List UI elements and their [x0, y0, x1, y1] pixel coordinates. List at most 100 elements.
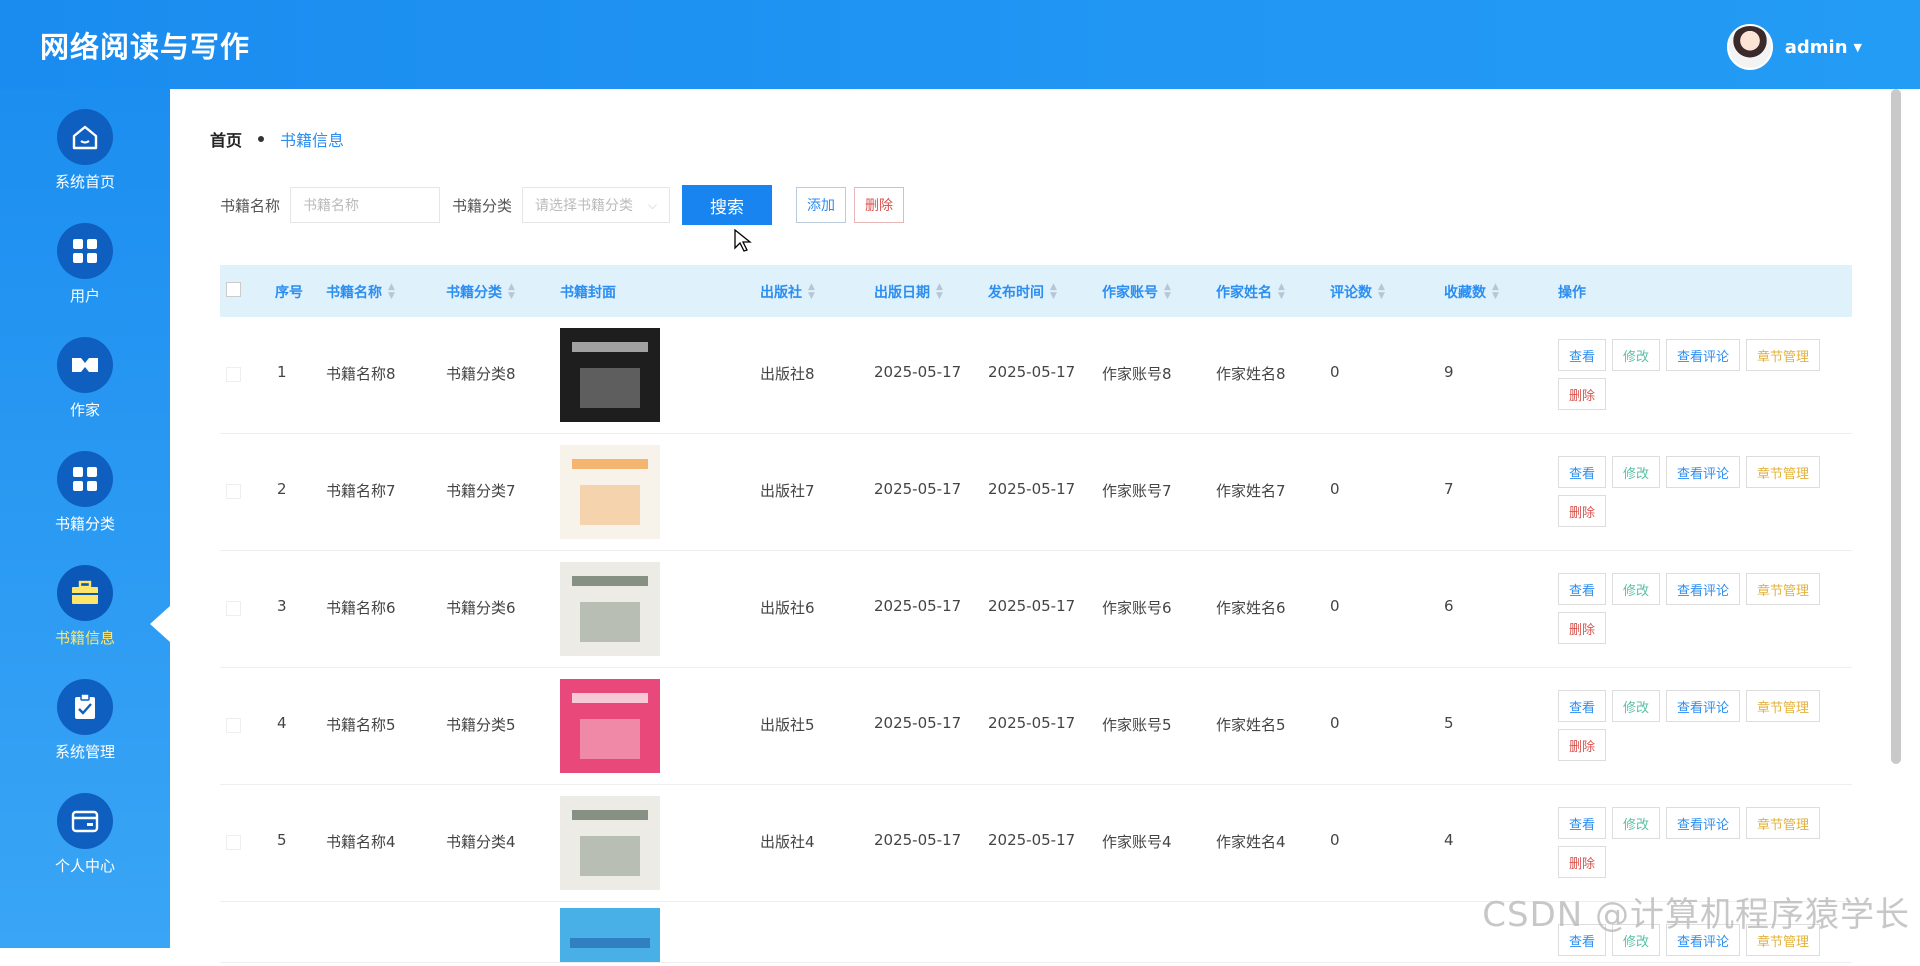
col-name[interactable]: 书籍名称 ▲ ▼	[326, 282, 395, 302]
row-author: 作家姓名6	[1216, 599, 1286, 617]
view-button[interactable]: 查看	[1558, 573, 1607, 605]
sidebar-item-book-info[interactable]: 书籍信息	[0, 565, 170, 679]
row-number: 1	[277, 363, 287, 381]
view-comments-button[interactable]: 查看评论	[1666, 456, 1741, 488]
book-name-input[interactable]: 书籍名称	[290, 187, 441, 223]
delete-button[interactable]: 删除	[854, 187, 905, 223]
edit-button[interactable]: 修改	[1612, 573, 1661, 605]
view-button[interactable]: 查看	[1558, 690, 1607, 722]
sidebar-item-writers[interactable]: 作家	[0, 337, 170, 451]
col-publisher[interactable]: 出版社 ▲ ▼	[760, 282, 815, 302]
row-author: 作家姓名8	[1216, 365, 1286, 383]
watermark: CSDN @计算机程序猿学长	[1482, 895, 1910, 935]
row-category: 书籍分类6	[446, 599, 516, 617]
search-button[interactable]: 搜索	[682, 185, 773, 225]
row-actions: 查看 修改 查看评论 章节管理 删除	[1558, 573, 1848, 651]
edit-button[interactable]: 修改	[1612, 690, 1661, 722]
row-favorites: 9	[1444, 363, 1454, 381]
col-actions: 操作	[1558, 285, 1586, 301]
col-pub-date[interactable]: 出版日期 ▲ ▼	[874, 282, 943, 302]
edit-button[interactable]: 修改	[1612, 339, 1661, 371]
scrollbar[interactable]	[1891, 89, 1901, 764]
row-author: 作家姓名4	[1216, 833, 1286, 851]
chapter-manage-button[interactable]: 章节管理	[1746, 807, 1821, 839]
row-favorites: 6	[1444, 597, 1454, 615]
breadcrumb-home[interactable]: 首页	[210, 127, 242, 151]
sidebar-item-system[interactable]: 系统管理	[0, 679, 170, 793]
row-actions: 查看 修改 查看评论 章节管理 删除	[1558, 339, 1848, 417]
delete-row-button[interactable]: 删除	[1558, 846, 1607, 878]
row-book-name: 书籍名称8	[326, 365, 396, 383]
col-account[interactable]: 作家账号 ▲ ▼	[1102, 282, 1171, 302]
table-row: 5 书籍名称4 书籍分类4 出版社4 2025-05-17 2025-05-17 作家账号4…	[220, 785, 1852, 902]
row-checkbox[interactable]	[226, 601, 241, 616]
sidebar-item-home[interactable]: 系统首页	[0, 109, 170, 223]
breadcrumb-current: 书籍信息	[280, 131, 345, 150]
sidebar-item-label: 系统管理	[54, 743, 115, 761]
row-book-name: 书籍名称6	[326, 599, 396, 617]
chapter-manage-button[interactable]: 章节管理	[1746, 339, 1821, 371]
row-checkbox[interactable]	[226, 367, 241, 382]
view-button[interactable]: 查看	[1558, 456, 1607, 488]
chapter-manage-button[interactable]: 章节管理	[1746, 573, 1821, 605]
row-checkbox[interactable]	[226, 484, 241, 499]
delete-row-button[interactable]: 删除	[1558, 378, 1607, 410]
sort-icon: ▲ ▼	[1050, 282, 1057, 301]
row-release: 2025-05-17	[988, 597, 1076, 615]
book-cover-image	[560, 328, 660, 426]
sidebar-item-book-category[interactable]: 书籍分类	[0, 451, 170, 565]
search-bar: 书籍名称 书籍名称 书籍分类 请选择书籍分类 ⌵ 搜索 添加 删除	[220, 185, 912, 225]
col-author[interactable]: 作家姓名 ▲ ▼	[1216, 282, 1285, 302]
table-row: 2 书籍名称7 书籍分类7 出版社7 2025-05-17 2025-05-17 作家账号7…	[220, 434, 1852, 551]
delete-row-button[interactable]: 删除	[1558, 495, 1607, 527]
chapter-manage-button[interactable]: 章节管理	[1746, 456, 1821, 488]
sidebar-item-users[interactable]: 用户	[0, 223, 170, 337]
view-comments-button[interactable]: 查看评论	[1666, 339, 1741, 371]
edit-button[interactable]: 修改	[1612, 456, 1661, 488]
row-checkbox[interactable]	[226, 718, 241, 733]
row-pub-date: 2025-05-17	[874, 714, 962, 732]
breadcrumb-separator	[258, 136, 265, 142]
row-number: 2	[277, 480, 287, 498]
delete-row-button[interactable]: 删除	[1558, 729, 1607, 761]
book-category-label: 书籍分类	[452, 196, 513, 215]
mouse-cursor-icon	[734, 229, 752, 252]
view-button[interactable]: 查看	[1558, 807, 1607, 839]
row-category: 书籍分类5	[446, 716, 516, 734]
view-button[interactable]: 查看	[1558, 339, 1607, 371]
view-comments-button[interactable]: 查看评论	[1666, 573, 1741, 605]
col-comments[interactable]: 评论数 ▲ ▼	[1330, 282, 1385, 302]
col-category[interactable]: 书籍分类 ▲ ▼	[446, 282, 515, 302]
row-comments: 0	[1330, 831, 1340, 849]
chapter-manage-button[interactable]: 章节管理	[1746, 690, 1821, 722]
col-no: 序号	[275, 285, 303, 301]
row-account: 作家账号6	[1102, 599, 1172, 617]
row-account: 作家账号7	[1102, 482, 1172, 500]
select-all-checkbox[interactable]	[226, 282, 241, 297]
book-category-select[interactable]: 请选择书籍分类 ⌵	[522, 187, 671, 223]
clipboard-check-icon	[57, 679, 113, 735]
row-author: 作家姓名7	[1216, 482, 1286, 500]
col-favorites[interactable]: 收藏数 ▲ ▼	[1444, 282, 1499, 302]
add-button[interactable]: 添加	[796, 187, 847, 223]
sidebar-item-profile[interactable]: 个人中心	[0, 793, 170, 907]
row-author: 作家姓名5	[1216, 716, 1286, 734]
sidebar-item-label: 个人中心	[54, 857, 115, 875]
table-body: 1 书籍名称8 书籍分类8 出版社8 2025-05-17 2025-05-17 作家账号8…	[220, 317, 1852, 963]
user-menu[interactable]: admin ▼	[1726, 24, 1862, 70]
row-release: 2025-05-17	[988, 480, 1076, 498]
row-account: 作家账号8	[1102, 365, 1172, 383]
edit-button[interactable]: 修改	[1612, 807, 1661, 839]
sort-icon: ▲ ▼	[508, 282, 515, 301]
row-pub-date: 2025-05-17	[874, 363, 962, 381]
row-release: 2025-05-17	[988, 363, 1076, 381]
grid-icon	[57, 223, 113, 279]
view-comments-button[interactable]: 查看评论	[1666, 807, 1741, 839]
delete-row-button[interactable]: 删除	[1558, 612, 1607, 644]
col-release[interactable]: 发布时间 ▲ ▼	[988, 282, 1057, 302]
row-book-name: 书籍名称5	[326, 716, 396, 734]
active-indicator	[150, 606, 170, 642]
row-number: 3	[277, 597, 287, 615]
view-comments-button[interactable]: 查看评论	[1666, 690, 1741, 722]
row-checkbox[interactable]	[226, 835, 241, 850]
